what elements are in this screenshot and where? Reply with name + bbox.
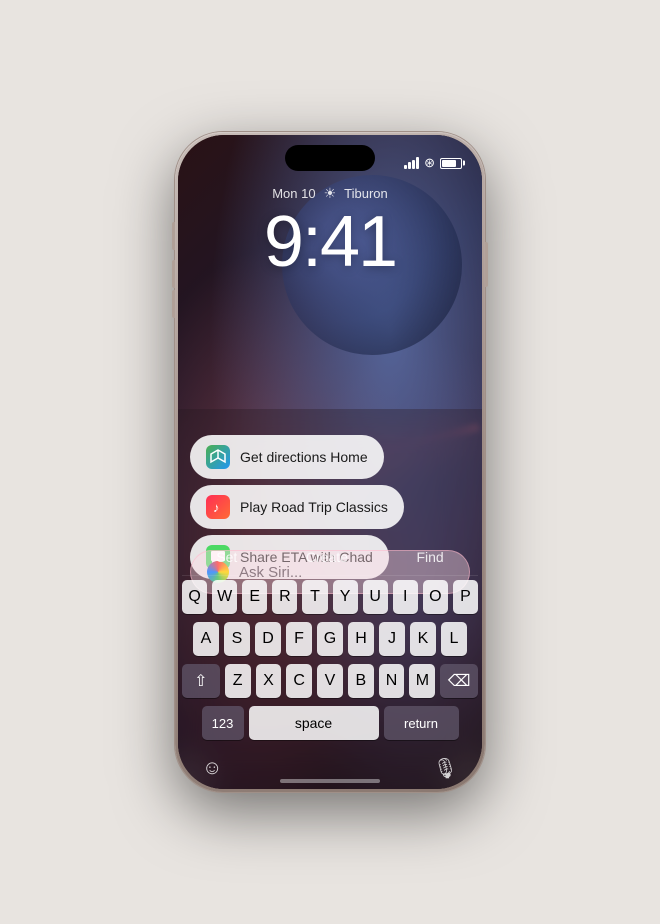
key-shift[interactable]: ⇧ bbox=[182, 664, 220, 698]
directions-text: Get directions Home bbox=[240, 449, 368, 465]
keyboard-suggestions-row: Set Create Find bbox=[182, 539, 478, 576]
key-c[interactable]: C bbox=[286, 664, 312, 698]
phone-screen: ⊛ Mon 10 ☀ Tiburon 9:41 bbox=[178, 135, 482, 789]
suggestion-directions[interactable]: Get directions Home bbox=[190, 435, 384, 479]
key-t[interactable]: T bbox=[302, 580, 327, 614]
key-q[interactable]: Q bbox=[182, 580, 207, 614]
key-r[interactable]: R bbox=[272, 580, 297, 614]
key-w[interactable]: W bbox=[212, 580, 237, 614]
battery-icon bbox=[440, 158, 462, 169]
key-g[interactable]: G bbox=[317, 622, 343, 656]
svg-text:♪: ♪ bbox=[213, 500, 220, 515]
key-x[interactable]: X bbox=[256, 664, 282, 698]
key-row-3: ⇧ Z X C V B N M ⌫ bbox=[182, 664, 478, 698]
key-o[interactable]: O bbox=[423, 580, 448, 614]
key-p[interactable]: P bbox=[453, 580, 478, 614]
clock-display: 9:41 bbox=[178, 206, 482, 278]
key-l[interactable]: L bbox=[441, 622, 467, 656]
home-indicator bbox=[280, 779, 380, 783]
date-weather: Mon 10 ☀ Tiburon bbox=[178, 185, 482, 202]
key-d[interactable]: D bbox=[255, 622, 281, 656]
key-u[interactable]: U bbox=[363, 580, 388, 614]
emoji-icon[interactable]: ☺ bbox=[202, 757, 222, 780]
key-j[interactable]: J bbox=[379, 622, 405, 656]
key-a[interactable]: A bbox=[193, 622, 219, 656]
lock-screen-content: Mon 10 ☀ Tiburon 9:41 bbox=[178, 185, 482, 278]
key-m[interactable]: M bbox=[409, 664, 435, 698]
dynamic-island bbox=[285, 145, 375, 171]
suggestion-music[interactable]: ♪ Play Road Trip Classics bbox=[190, 485, 404, 529]
key-123[interactable]: 123 bbox=[202, 706, 244, 740]
status-icons: ⊛ bbox=[404, 155, 462, 171]
sun-icon: ☀ bbox=[324, 185, 337, 202]
key-y[interactable]: Y bbox=[333, 580, 358, 614]
keyboard-rows: Q W E R T Y U I O P A S D F G bbox=[182, 580, 478, 781]
location-label: Tiburon bbox=[344, 186, 388, 201]
kbd-find[interactable]: Find bbox=[400, 545, 459, 569]
phone-frame: ⊛ Mon 10 ☀ Tiburon 9:41 bbox=[175, 132, 485, 792]
key-k[interactable]: K bbox=[410, 622, 436, 656]
keyboard-area: Set Create Find Q W E R T Y U I O P bbox=[178, 539, 482, 789]
music-text: Play Road Trip Classics bbox=[240, 499, 388, 515]
key-delete[interactable]: ⌫ bbox=[440, 664, 478, 698]
key-n[interactable]: N bbox=[379, 664, 405, 698]
mic-icon[interactable]: 🎙 bbox=[433, 756, 458, 781]
key-e[interactable]: E bbox=[242, 580, 267, 614]
key-z[interactable]: Z bbox=[225, 664, 251, 698]
key-h[interactable]: H bbox=[348, 622, 374, 656]
key-s[interactable]: S bbox=[224, 622, 250, 656]
key-row-2: A S D F G H J K L bbox=[182, 622, 478, 656]
key-return[interactable]: return bbox=[384, 706, 459, 740]
kbd-create[interactable]: Create bbox=[290, 545, 364, 569]
key-f[interactable]: F bbox=[286, 622, 312, 656]
music-icon: ♪ bbox=[206, 495, 230, 519]
maps-icon bbox=[206, 445, 230, 469]
keyboard-bottom-bar: ☺ 🎙 bbox=[182, 748, 478, 781]
key-row-1: Q W E R T Y U I O P bbox=[182, 580, 478, 614]
kbd-set[interactable]: Set bbox=[200, 545, 253, 569]
signal-icon bbox=[404, 157, 419, 169]
key-v[interactable]: V bbox=[317, 664, 343, 698]
key-space[interactable]: space bbox=[249, 706, 379, 740]
date-label: Mon 10 bbox=[272, 186, 315, 201]
wifi-icon: ⊛ bbox=[424, 155, 435, 171]
key-i[interactable]: I bbox=[393, 580, 418, 614]
key-row-4: 123 space return bbox=[182, 706, 478, 740]
key-b[interactable]: B bbox=[348, 664, 374, 698]
